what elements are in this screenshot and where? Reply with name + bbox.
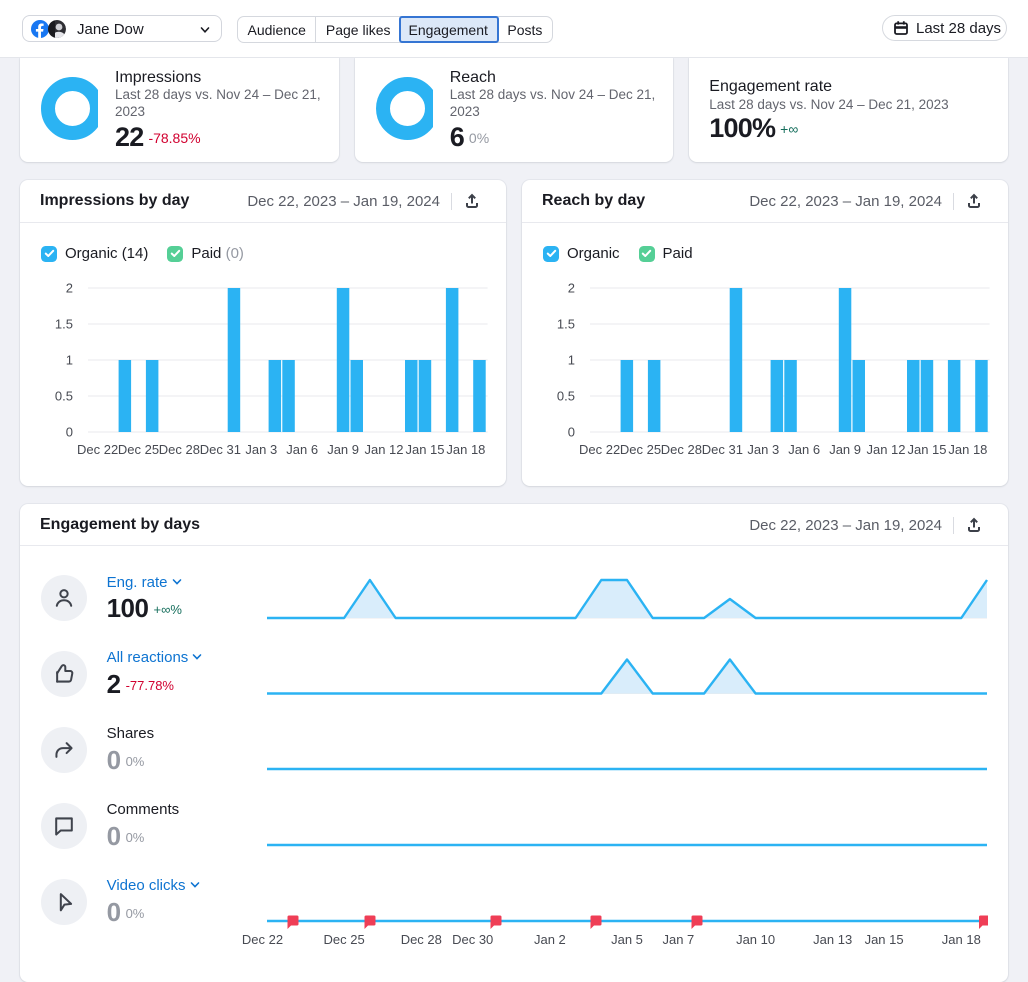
svg-text:1: 1 — [66, 353, 73, 368]
svg-text:Jan 15: Jan 15 — [405, 442, 444, 457]
svg-text:1.5: 1.5 — [557, 317, 575, 332]
svg-text:Jan 6: Jan 6 — [788, 442, 820, 457]
svg-text:Dec 22: Dec 22 — [579, 442, 620, 457]
svg-text:Jan 3: Jan 3 — [245, 442, 277, 457]
svg-text:Jan 15: Jan 15 — [865, 932, 904, 947]
svg-text:Jan 12: Jan 12 — [866, 442, 905, 457]
svg-text:Jan 18: Jan 18 — [446, 442, 485, 457]
svg-text:Dec 25: Dec 25 — [323, 932, 364, 947]
svg-text:Jan 15: Jan 15 — [907, 442, 946, 457]
svg-text:Dec 28: Dec 28 — [661, 442, 702, 457]
svg-text:Jan 6: Jan 6 — [286, 442, 318, 457]
svg-text:Jan 7: Jan 7 — [662, 932, 694, 947]
svg-text:1: 1 — [568, 353, 575, 368]
svg-text:Dec 25: Dec 25 — [118, 442, 159, 457]
svg-text:2: 2 — [66, 281, 73, 296]
svg-text:Dec 31: Dec 31 — [702, 442, 743, 457]
svg-text:Dec 28: Dec 28 — [159, 442, 200, 457]
svg-text:Jan 18: Jan 18 — [942, 932, 981, 947]
svg-text:0: 0 — [66, 425, 73, 440]
svg-text:Jan 5: Jan 5 — [611, 932, 643, 947]
svg-text:Dec 30: Dec 30 — [452, 932, 493, 947]
svg-text:0.5: 0.5 — [557, 389, 575, 404]
svg-text:Jan 3: Jan 3 — [747, 442, 779, 457]
svg-text:Dec 22: Dec 22 — [77, 442, 118, 457]
svg-text:2: 2 — [568, 281, 575, 296]
svg-text:Jan 2: Jan 2 — [534, 932, 566, 947]
svg-text:Jan 10: Jan 10 — [736, 932, 775, 947]
svg-text:0: 0 — [568, 425, 575, 440]
svg-text:Jan 9: Jan 9 — [327, 442, 359, 457]
svg-text:Jan 13: Jan 13 — [813, 932, 852, 947]
svg-text:Dec 31: Dec 31 — [200, 442, 241, 457]
svg-text:Jan 12: Jan 12 — [364, 442, 403, 457]
svg-text:Dec 28: Dec 28 — [401, 932, 442, 947]
svg-text:0.5: 0.5 — [55, 389, 73, 404]
svg-text:Jan 18: Jan 18 — [948, 442, 987, 457]
svg-text:Dec 25: Dec 25 — [620, 442, 661, 457]
svg-text:1.5: 1.5 — [55, 317, 73, 332]
svg-text:Dec 22: Dec 22 — [242, 932, 283, 947]
svg-text:Jan 9: Jan 9 — [829, 442, 861, 457]
